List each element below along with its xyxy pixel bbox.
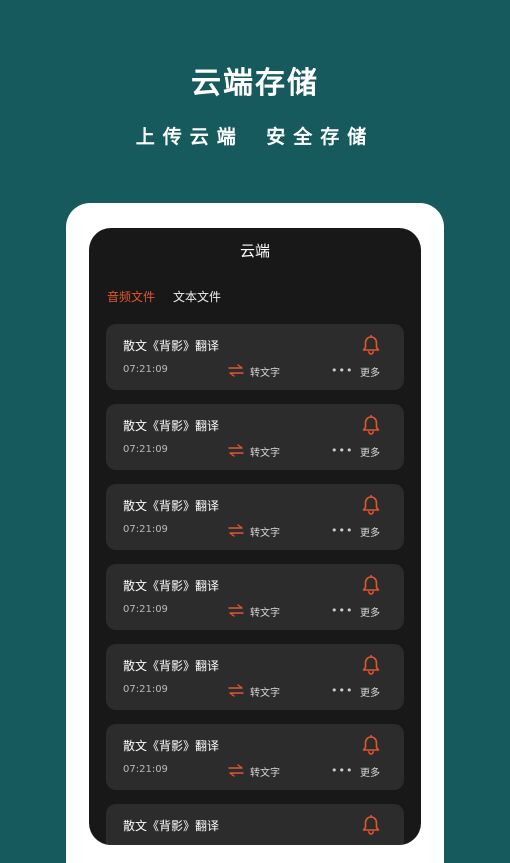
file-title: 散文《背影》翻译 [123,739,220,753]
convert-to-text-button[interactable]: 转文字 [250,524,280,539]
convert-to-text-button[interactable]: 转文字 [250,444,280,459]
convert-to-text-button[interactable]: 转文字 [250,364,280,379]
file-duration: 07:21:09 [123,444,168,455]
swap-arrows-icon[interactable] [228,524,244,537]
convert-to-text-button[interactable]: 转文字 [250,604,280,619]
bell-icon[interactable] [362,575,380,595]
more-dots-icon[interactable]: ••• [331,604,353,617]
file-duration: 07:21:09 [123,604,168,615]
file-title: 散文《背影》翻译 [123,499,220,513]
file-duration: 07:21:09 [123,764,168,775]
bell-icon[interactable] [362,655,380,675]
tab-audio-files[interactable]: 音频文件 [107,288,155,305]
file-card[interactable]: 散文《背影》翻译 07:21:09 转文字 ••• 更多 [106,324,404,390]
more-dots-icon[interactable]: ••• [331,764,353,777]
file-card[interactable]: 散文《背影》翻译 07:21:09 转文字 ••• 更多 [106,564,404,630]
more-button[interactable]: 更多 [360,444,380,459]
swap-arrows-icon[interactable] [228,684,244,697]
file-card[interactable]: 散文《背影》翻译 07:21:09 转文字 ••• 更多 [106,404,404,470]
tab-text-files[interactable]: 文本文件 [173,288,221,305]
promo-title: 云端存储 [191,66,319,101]
more-dots-icon[interactable]: ••• [331,684,353,697]
file-title: 散文《背影》翻译 [123,819,220,833]
tab-bar: 音频文件 文本文件 [107,288,221,305]
file-duration: 07:21:09 [123,524,168,535]
more-button[interactable]: 更多 [360,524,380,539]
file-title: 散文《背影》翻译 [123,659,220,673]
screen-title: 云端 [239,242,270,260]
bell-icon[interactable] [362,415,380,435]
more-dots-icon[interactable]: ••• [331,444,353,457]
more-button[interactable]: 更多 [360,764,380,779]
bell-icon[interactable] [362,495,380,515]
file-title: 散文《背影》翻译 [123,579,220,593]
bell-icon[interactable] [362,815,380,835]
file-card[interactable]: 散文《背影》翻译 07:21:09 转文字 ••• 更多 [106,644,404,710]
convert-to-text-button[interactable]: 转文字 [250,684,280,699]
app-screen: 云端 音频文件 文本文件 散文《背影》翻译 07:21:09 转文字 ••• 更… [89,228,421,845]
bell-icon[interactable] [362,335,380,355]
swap-arrows-icon[interactable] [228,604,244,617]
more-button[interactable]: 更多 [360,684,380,699]
convert-to-text-button[interactable]: 转文字 [250,764,280,779]
swap-arrows-icon[interactable] [228,364,244,377]
file-duration: 07:21:09 [123,684,168,695]
more-dots-icon[interactable]: ••• [331,524,353,537]
swap-arrows-icon[interactable] [228,764,244,777]
more-button[interactable]: 更多 [360,364,380,379]
file-card[interactable]: 散文《背影》翻译 07:21:09 转文字 ••• 更多 [106,724,404,790]
file-list: 散文《背影》翻译 07:21:09 转文字 ••• 更多 散文《背影》翻译 07… [106,324,404,845]
swap-arrows-icon[interactable] [228,444,244,457]
file-card[interactable]: 散文《背影》翻译 [106,804,404,845]
file-title: 散文《背影》翻译 [123,419,220,433]
more-dots-icon[interactable]: ••• [331,364,353,377]
more-button[interactable]: 更多 [360,604,380,619]
promo-subtitle: 上传云端 安全存储 [135,126,375,148]
bell-icon[interactable] [362,735,380,755]
file-title: 散文《背影》翻译 [123,339,220,353]
file-card[interactable]: 散文《背影》翻译 07:21:09 转文字 ••• 更多 [106,484,404,550]
file-duration: 07:21:09 [123,364,168,375]
